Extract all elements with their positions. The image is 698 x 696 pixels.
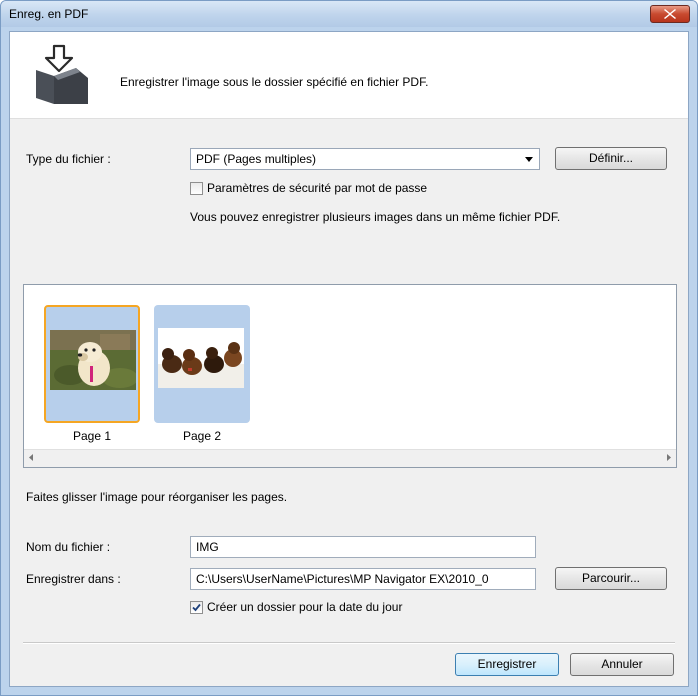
page-thumbnail-1[interactable] [44, 305, 140, 423]
file-name-label: Nom du fichier : [26, 540, 111, 554]
date-folder-label: Créer un dossier pour la date du jour [207, 600, 403, 614]
page-1-label: Page 1 [72, 429, 112, 443]
horizontal-scrollbar[interactable] [24, 449, 676, 467]
file-type-label: Type du fichier : [26, 152, 111, 166]
header-description: Enregistrer l'image sous le dossier spéc… [120, 75, 429, 89]
save-in-path: C:\Users\UserName\Pictures\MP Navigator … [196, 572, 489, 586]
chevron-down-icon [525, 157, 533, 162]
reorder-hint: Faites glisser l'image pour réorganiser … [26, 490, 288, 504]
checkmark-icon [192, 603, 201, 612]
page-thumbnail-list[interactable]: Page 1 Page 2 [23, 284, 677, 468]
file-type-value: PDF (Pages multiples) [196, 152, 317, 166]
footer-divider [23, 642, 675, 644]
dialog-window: Enreg. en PDF Enregistrer l'image sous l… [0, 0, 698, 696]
close-button[interactable] [650, 5, 690, 23]
page-thumbnail-2[interactable] [154, 305, 250, 423]
save-in-label: Enregistrer dans : [26, 572, 121, 586]
scroll-left-icon[interactable] [29, 454, 33, 461]
dog-photo [50, 330, 136, 390]
cancel-button[interactable]: Annuler [570, 653, 674, 676]
define-button[interactable]: Définir... [555, 147, 667, 170]
security-checkbox[interactable] [190, 182, 203, 195]
save-button[interactable]: Enregistrer [455, 653, 559, 676]
file-type-select[interactable]: PDF (Pages multiples) [190, 148, 540, 170]
dogs-group-photo [158, 328, 244, 388]
header-band: Enregistrer l'image sous le dossier spéc… [10, 32, 688, 119]
date-folder-checkbox[interactable] [190, 601, 203, 614]
file-name-input[interactable]: IMG [190, 536, 536, 558]
page-2-label: Page 2 [182, 429, 222, 443]
dialog-body: Enregistrer l'image sous le dossier spéc… [9, 31, 689, 687]
save-to-folder-icon [36, 44, 88, 104]
browse-button[interactable]: Parcourir... [555, 567, 667, 590]
info-text: Vous pouvez enregistrer plusieurs images… [190, 210, 561, 224]
security-label: Paramètres de sécurité par mot de passe [207, 181, 428, 195]
close-icon [664, 9, 676, 19]
window-title: Enreg. en PDF [9, 7, 89, 21]
scroll-right-icon[interactable] [667, 454, 671, 461]
save-in-input[interactable]: C:\Users\UserName\Pictures\MP Navigator … [190, 568, 536, 590]
title-bar[interactable]: Enreg. en PDF [1, 1, 697, 27]
file-name-value: IMG [196, 540, 219, 554]
